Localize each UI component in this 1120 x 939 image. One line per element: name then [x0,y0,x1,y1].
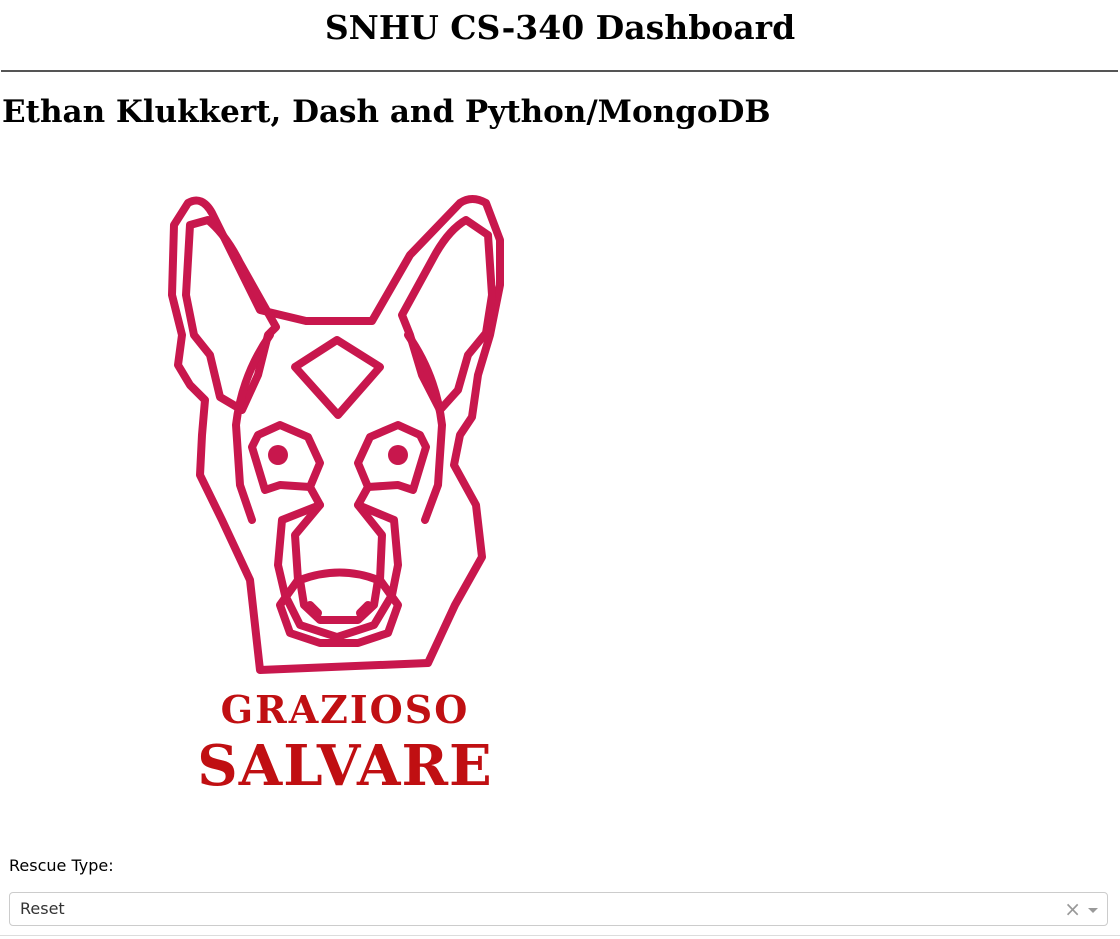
logo-line-salvare: SALVARE [197,733,492,799]
rescue-type-label: Rescue Type: [9,856,114,875]
dog-head-icon [168,195,504,674]
author-heading: Ethan Klukkert, Dash and Python/MongoDB [2,94,771,130]
dropdown-selected-value: Reset [20,899,65,918]
rescue-type-dropdown[interactable]: Reset × [9,892,1108,926]
logo-line-grazioso: GRAZIOSO [221,687,470,732]
clear-icon[interactable]: × [1064,893,1081,925]
page-header: SNHU CS-340 Dashboard [0,0,1120,72]
dashboard-title: SNHU CS-340 Dashboard [324,8,796,47]
data-table-top-edge [0,935,1120,939]
grazioso-salvare-logo: GRAZIOSO SALVARE [160,185,530,800]
header-divider [1,70,1118,72]
logo-graphic: GRAZIOSO SALVARE [168,195,504,799]
chevron-down-icon[interactable] [1088,908,1098,913]
